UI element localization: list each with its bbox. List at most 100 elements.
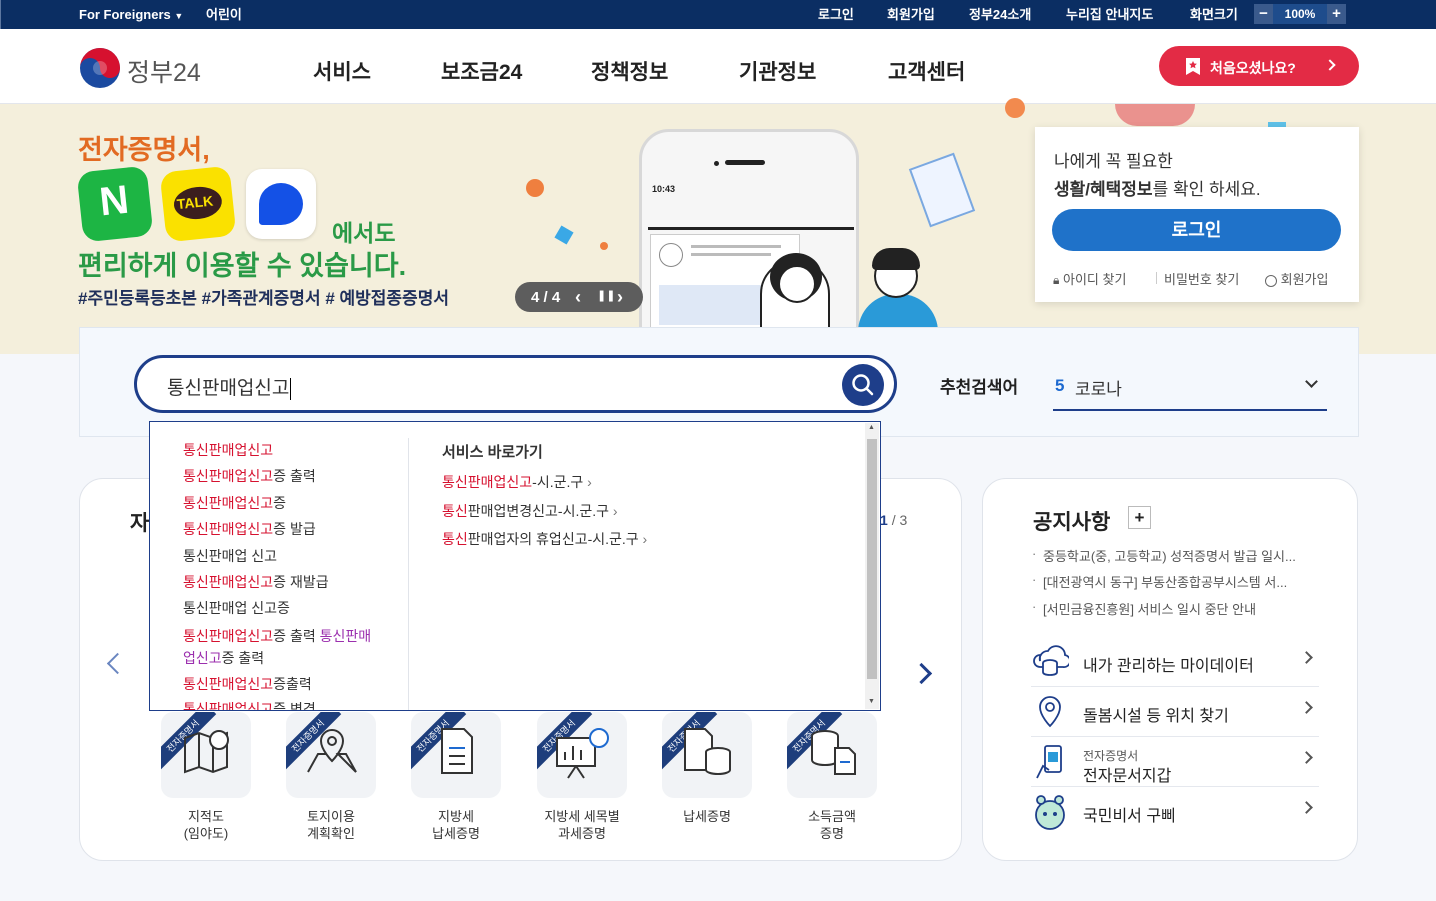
first-visit-button[interactable]: 처음오셨나요?	[1159, 46, 1359, 86]
find-id-link[interactable]: 🔒︎ 아이디 찾기	[1053, 269, 1126, 288]
search-input[interactable]: 통신판매업신고	[167, 373, 292, 400]
login-box: 나에게 꼭 필요한 생활/혜택정보를 확인 하세요. 로그인 🔒︎ 아이디 찾기…	[1035, 127, 1359, 302]
scroll-down-arrow-icon[interactable]: ▼	[868, 698, 875, 705]
quick-link-mydata[interactable]: 내가 관리하는 마이데이터	[1031, 637, 1319, 687]
suggestion-match: 통신판매업신고	[183, 521, 274, 537]
pause-icon[interactable]: ❚❚	[597, 289, 615, 302]
pager-count: 4 / 4	[531, 289, 561, 306]
suggestion-match: 통신판매업신고	[183, 701, 274, 710]
service-cadastral-map[interactable]: 전자증명서	[161, 712, 251, 798]
sitemap-link[interactable]: 누리집 안내지도	[1066, 7, 1153, 22]
login-button[interactable]: 로그인	[1052, 209, 1341, 251]
login-box-emphasis: 생활/혜택정보	[1054, 180, 1153, 199]
phone-camera	[714, 161, 719, 166]
quick-service-link[interactable]: 통신판매업변경신고-시.군.구 ›	[442, 501, 618, 521]
quick-service-link[interactable]: 통신판매업자의 휴업신고-시.군.구 ›	[442, 529, 647, 549]
prev-slide-button[interactable]: ‹	[575, 287, 581, 308]
autocomplete-dropdown: 통신판매업신고 통신판매업신고증 출력 통신판매업신고증 통신판매업신고증 발급…	[149, 421, 881, 711]
phone-toolbar-line	[648, 227, 854, 230]
search-value: 통신판매업신고	[167, 378, 290, 399]
quick-link-gubbi[interactable]: 국민비서 구삐	[1031, 787, 1319, 837]
login-box-line1: 나에게 꼭 필요한	[1054, 152, 1173, 171]
quick-link-label: 전자문서지갑	[1083, 768, 1172, 785]
suggestion-item[interactable]: 통신판매업 신고	[183, 546, 277, 566]
suggestion-item[interactable]: 통신판매업신고	[183, 440, 273, 460]
dropdown-scrollbar[interactable]: ▲ ▼	[865, 423, 879, 709]
notice-item[interactable]: [서민금융진흥원] 서비스 일시 중단 안내	[1043, 599, 1256, 618]
suggestion-item[interactable]: 통신판매업 신고증	[183, 598, 290, 618]
notice-item[interactable]: [대전광역시 동구] 부동산종합공부시스템 서...	[1043, 572, 1287, 591]
nav-subsidy24[interactable]: 보조금24	[441, 56, 522, 86]
suggestion-item[interactable]: 통신판매업신고증 발급	[183, 519, 316, 539]
nav-policy[interactable]: 정책정보	[591, 56, 668, 86]
service-income-cert[interactable]: 전자증명서	[787, 712, 877, 798]
suggestion-rest: 통신판매업 신고증	[183, 600, 290, 616]
phone-speaker	[725, 160, 765, 165]
suggestion-item[interactable]: 통신판매업신고증 출력 통신판매 업신고증 출력	[183, 625, 371, 669]
for-foreigners-link[interactable]: For Foreigners ▼	[79, 7, 183, 24]
quick-links-title: 서비스 바로가기	[442, 444, 543, 461]
search-box[interactable]: 통신판매업신고	[134, 355, 897, 413]
login-box-rest: 를 확인 하세요.	[1152, 180, 1261, 199]
chevron-right-icon	[1300, 751, 1313, 764]
suggestion-item[interactable]: 통신판매업신고증 재발급	[183, 572, 329, 592]
zoom-value: 100%	[1273, 4, 1327, 24]
about-link[interactable]: 정부24소개	[969, 7, 1031, 22]
quick-rest: -시.군.구	[532, 474, 584, 490]
kids-link[interactable]: 어린이	[206, 7, 242, 22]
doc-line	[691, 253, 771, 256]
next-arrow-icon[interactable]	[910, 662, 933, 685]
chevron-right-icon	[1300, 801, 1313, 814]
suggestion-item[interactable]: 통신판매업신고증 출력	[183, 466, 316, 486]
suggestion-item[interactable]: 통신판매업신고증	[183, 493, 286, 513]
login-link[interactable]: 로그인	[818, 7, 854, 22]
prev-arrow-icon[interactable]	[106, 652, 129, 675]
bullet: ·	[1032, 546, 1037, 561]
notice-more-button[interactable]: +	[1128, 506, 1151, 529]
first-visit-label: 처음오셨나요?	[1210, 60, 1296, 76]
suggestion-item[interactable]: 통신판매업신고증출력	[183, 674, 312, 694]
nav-services[interactable]: 서비스	[313, 56, 371, 86]
scrollbar-thumb[interactable]	[867, 439, 877, 679]
signup-link[interactable]: 회원가입	[887, 7, 935, 22]
text-cursor	[290, 377, 292, 400]
find-pw-link[interactable]: 비밀번호 찾기	[1164, 269, 1239, 288]
login-box-line2: 생활/혜택정보를 확인 하세요.	[1054, 175, 1261, 200]
quick-link-wallet[interactable]: 전자증명서 전자문서지갑	[1031, 737, 1319, 787]
service-label-line2: 납세증명	[432, 826, 480, 841]
suggestion-match: 통신판매업신고	[183, 628, 274, 644]
divider	[0, 0, 1, 12]
recommend-select[interactable]: 5 코로나	[1053, 366, 1327, 411]
recommend-rank: 5	[1055, 376, 1065, 395]
banner-title-line1: 전자증명서,	[78, 135, 210, 165]
quick-match: 통신	[442, 531, 468, 547]
service-label: 지방세 납세증명	[396, 808, 516, 842]
service-label-line1: 지방세 세목별	[544, 809, 620, 824]
nav-agency[interactable]: 기관정보	[739, 56, 816, 86]
signup-link[interactable]: 회원가입	[1265, 269, 1328, 288]
service-label-line2: (임야도)	[183, 826, 229, 841]
zoom-control: − 100% +	[1254, 4, 1346, 24]
logo-text: 정부24	[127, 59, 201, 87]
zoom-out-button[interactable]: −	[1254, 4, 1273, 24]
quick-link-care-location[interactable]: 돌봄시설 등 위치 찾기	[1031, 687, 1319, 737]
zoom-in-button[interactable]: +	[1327, 4, 1346, 24]
nav-customer-center[interactable]: 고객센터	[888, 56, 965, 86]
notice-item[interactable]: 중등학교(중, 고등학교) 성적증명서 발급 일시...	[1043, 546, 1296, 565]
next-slide-button[interactable]: ›	[617, 287, 623, 308]
naver-app-icon: N	[76, 165, 154, 243]
face	[778, 265, 816, 303]
user-circle-icon	[1265, 274, 1277, 287]
quick-service-link[interactable]: 통신판매업신고-시.군.구 ›	[442, 472, 592, 492]
suggestion-item[interactable]: 통신판매업신고증 변경	[183, 699, 316, 710]
service-land-use[interactable]: 전자증명서	[286, 712, 376, 798]
service-local-tax-by-item[interactable]: 전자증명서	[537, 712, 627, 798]
logo[interactable]: 정부24	[79, 47, 201, 94]
search-button[interactable]	[842, 364, 884, 406]
pass-app-icon	[246, 169, 316, 239]
service-local-tax-payment[interactable]: 전자증명서	[411, 712, 501, 798]
service-tax-payment-cert[interactable]: 전자증명서	[662, 712, 752, 798]
scroll-up-arrow-icon[interactable]: ▲	[868, 424, 875, 431]
quick-link-label: 내가 관리하는 마이데이터	[1083, 658, 1254, 675]
recommend-label: 추천검색어	[940, 378, 1019, 397]
